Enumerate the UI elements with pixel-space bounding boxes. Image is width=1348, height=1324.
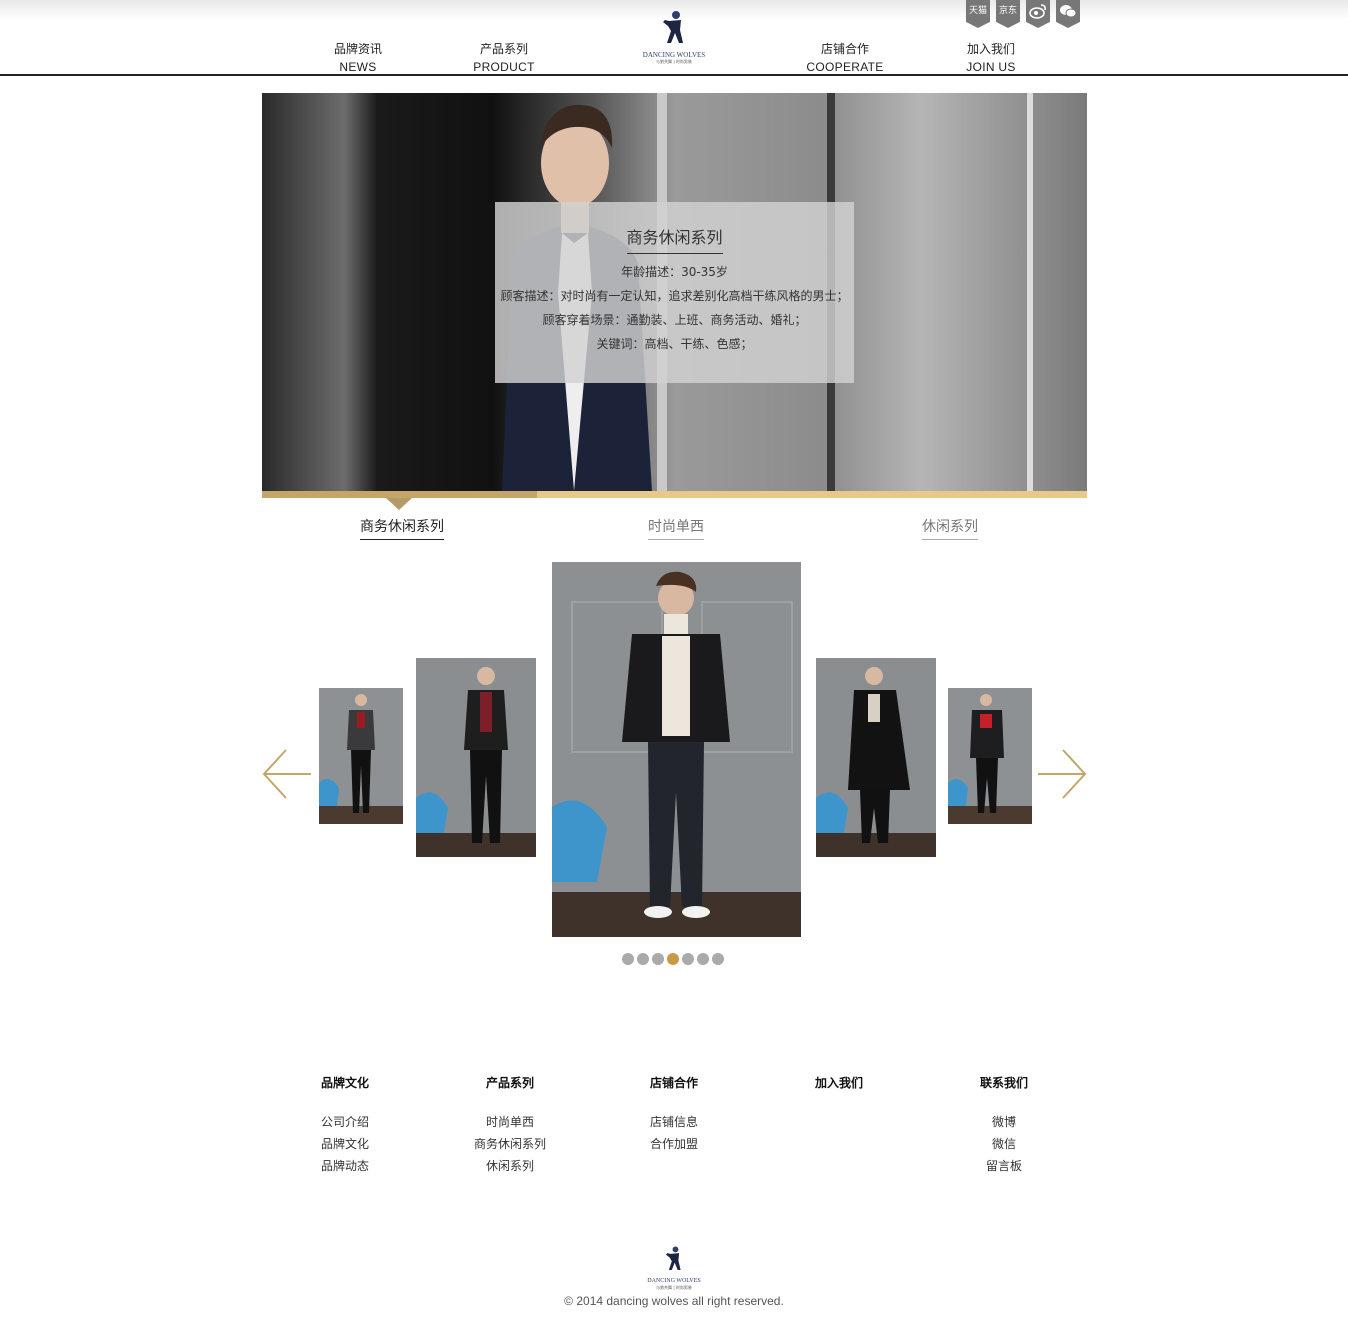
footer-col-title: 品牌文化 bbox=[321, 1076, 370, 1090]
footer-dancer-logo-icon bbox=[665, 1246, 681, 1270]
nav-join[interactable]: 加入我们 JOIN US bbox=[936, 40, 1046, 76]
footer-link-guestbook[interactable]: 留言板 bbox=[980, 1155, 1028, 1177]
carousel-photo-2[interactable] bbox=[416, 658, 536, 857]
nav-product[interactable]: 产品系列 PRODUCT bbox=[449, 40, 559, 76]
jd-label: 京东 bbox=[998, 6, 1017, 16]
model-photo-1 bbox=[319, 688, 403, 824]
nav-cooperate[interactable]: 店铺合作 COOPERATE bbox=[790, 40, 900, 76]
tmall-label: 天猫 bbox=[968, 6, 987, 16]
jd-link[interactable]: 京东 bbox=[996, 0, 1020, 28]
footer-link-wechat[interactable]: 微信 bbox=[980, 1133, 1028, 1155]
carousel-dot-6[interactable] bbox=[697, 953, 709, 965]
series-progress-active bbox=[262, 491, 537, 498]
title-divider bbox=[626, 253, 723, 254]
nav-news-en: NEWS bbox=[339, 60, 377, 74]
footer-link-fashion-suit[interactable]: 时尚单西 bbox=[474, 1111, 546, 1133]
logo-subtext: 与狼共舞 | 时尚男装 bbox=[656, 59, 692, 64]
series-title: 商务休闲系列 bbox=[626, 228, 723, 247]
tab-business-casual[interactable]: 商务休闲系列 bbox=[360, 517, 444, 540]
carousel-photo-main[interactable] bbox=[552, 562, 801, 937]
carousel-dot-4[interactable] bbox=[667, 953, 679, 965]
nav-product-cn: 产品系列 bbox=[479, 42, 528, 56]
carousel-dot-2[interactable] bbox=[637, 953, 649, 965]
nav-join-en: JOIN US bbox=[966, 60, 1016, 74]
series-info-card: 商务休闲系列 年龄描述：30-35岁 顾客描述：对时尚有一定认知，追求差别化高档… bbox=[495, 202, 854, 383]
footer-link-brand-news[interactable]: 品牌动态 bbox=[321, 1155, 441, 1177]
tab-fashion-suit[interactable]: 时尚单西 bbox=[648, 517, 704, 540]
footer-link-business-casual[interactable]: 商务休闲系列 bbox=[474, 1133, 546, 1155]
footer-link-company[interactable]: 公司介绍 bbox=[321, 1111, 441, 1133]
carousel-photo-1[interactable] bbox=[319, 688, 403, 824]
series-customer: 顾客描述：对时尚有一定认知，追求差别化高档干练风格的男士； bbox=[500, 289, 849, 303]
footer-col-cooperate: 店铺合作 店铺信息 合作加盟 bbox=[650, 1075, 770, 1155]
logo-text: DANCING WOLVES bbox=[642, 51, 706, 59]
nav-join-cn: 加入我们 bbox=[966, 42, 1015, 56]
nav-news-cn: 品牌资讯 bbox=[333, 42, 382, 56]
carousel-photo-5[interactable] bbox=[948, 688, 1032, 824]
nav-cooperate-en: COOPERATE bbox=[806, 60, 884, 74]
footer-logo: DANCING WOLVES 与狼共舞 | 时尚男装 bbox=[646, 1244, 702, 1290]
carousel-next-arrow-icon[interactable] bbox=[1037, 748, 1087, 800]
brand-logo[interactable]: DANCING WOLVES 与狼共舞 | 时尚男装 bbox=[638, 10, 710, 64]
footer-col-title: 联系我们 bbox=[980, 1076, 1029, 1090]
footer-col-products: 产品系列 时尚单西 商务休闲系列 休闲系列 bbox=[474, 1075, 546, 1177]
footer-link-brand-culture[interactable]: 品牌文化 bbox=[321, 1133, 441, 1155]
nav-cooperate-cn: 店铺合作 bbox=[820, 42, 869, 56]
carousel-dot-3[interactable] bbox=[652, 953, 664, 965]
nav-product-en: PRODUCT bbox=[473, 60, 535, 74]
footer-link-weibo[interactable]: 微博 bbox=[980, 1111, 1028, 1133]
footer-link-casual[interactable]: 休闲系列 bbox=[474, 1155, 546, 1177]
nav-news[interactable]: 品牌资讯 NEWS bbox=[303, 40, 413, 76]
model-photo-4 bbox=[816, 658, 936, 857]
footer-col-title: 店铺合作 bbox=[650, 1076, 699, 1090]
weibo-icon bbox=[1029, 4, 1046, 19]
copyright: © 2014 dancing wolves all right reserved… bbox=[564, 1294, 784, 1308]
footer-link-store-info[interactable]: 店铺信息 bbox=[650, 1111, 770, 1133]
carousel-photo-4[interactable] bbox=[816, 658, 936, 857]
wechat-icon bbox=[1060, 5, 1077, 18]
tab-casual[interactable]: 休闲系列 bbox=[922, 517, 978, 540]
footer-link-franchise[interactable]: 合作加盟 bbox=[650, 1133, 770, 1155]
weibo-link[interactable] bbox=[1026, 0, 1050, 28]
dancer-logo-icon bbox=[663, 11, 683, 43]
model-photo-main bbox=[552, 562, 801, 937]
series-age: 年龄描述：30-35岁 bbox=[621, 265, 728, 279]
series-progress-bar bbox=[262, 491, 1087, 498]
series-scenes: 顾客穿着场景：通勤装、上班、商务活动、婚礼； bbox=[542, 313, 807, 327]
wechat-link[interactable] bbox=[1056, 0, 1080, 28]
footer-col-title: 产品系列 bbox=[485, 1076, 534, 1090]
footer-col-contact: 联系我们 微博 微信 留言板 bbox=[980, 1075, 1028, 1177]
carousel-dot-5[interactable] bbox=[682, 953, 694, 965]
footer-col-brand: 品牌文化 公司介绍 品牌文化 品牌动态 bbox=[321, 1075, 441, 1177]
model-photo-5 bbox=[948, 688, 1032, 824]
footer-col-join: 加入我们 bbox=[815, 1075, 935, 1111]
footer-col-title[interactable]: 加入我们 bbox=[815, 1075, 935, 1091]
active-tab-pointer bbox=[386, 498, 412, 510]
tmall-link[interactable]: 天猫 bbox=[966, 0, 990, 28]
footer-logo-subtext: 与狼共舞 | 时尚男装 bbox=[656, 1285, 692, 1290]
site-header: 品牌资讯 NEWS 产品系列 PRODUCT DANCING WOLVES 与狼… bbox=[0, 0, 1348, 76]
model-photo-2 bbox=[416, 658, 536, 857]
carousel-dot-1[interactable] bbox=[622, 953, 634, 965]
carousel-pagination bbox=[622, 953, 724, 965]
carousel-prev-arrow-icon[interactable] bbox=[262, 748, 312, 800]
series-keywords: 关键词：高档、干练、色感； bbox=[596, 337, 753, 351]
footer-logo-text: DANCING WOLVES bbox=[647, 1278, 701, 1284]
carousel-dot-7[interactable] bbox=[712, 953, 724, 965]
